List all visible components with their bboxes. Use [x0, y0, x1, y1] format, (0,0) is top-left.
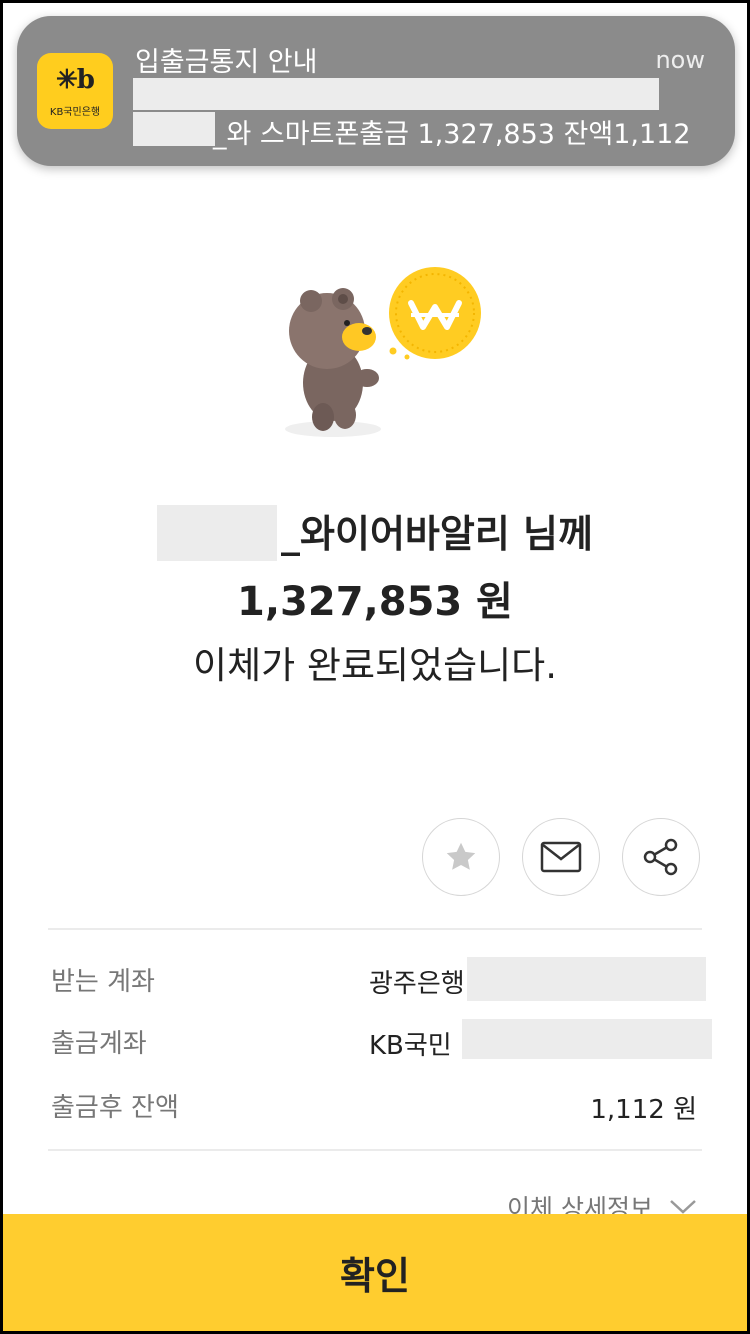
mail-icon — [540, 841, 582, 873]
transfer-status: 이체가 완료되었습니다. — [193, 644, 557, 687]
divider — [48, 1149, 702, 1151]
kb-logo-text: KB국민은행 — [49, 107, 101, 118]
withdrawal-account-value: KB국민 · — [369, 1031, 469, 1061]
redacted-area — [133, 78, 659, 110]
kb-logo-mark: ✳b — [56, 65, 95, 95]
recipient-line: _와이어바알리 님께 — [3, 503, 747, 565]
redacted-area — [467, 957, 706, 1001]
confirm-button[interactable]: 확인 — [3, 1214, 747, 1331]
transfer-amount: 1,327,853 원 — [237, 579, 513, 625]
kb-bank-logo: ✳b KB국민은행 — [37, 53, 113, 129]
receiving-account-label: 받는 계좌 — [51, 967, 155, 997]
redacted-area — [462, 1019, 712, 1059]
bear-coin-illustration — [285, 267, 481, 437]
divider — [48, 928, 702, 930]
notification-title: 입출금통지 안내 — [135, 47, 318, 78]
screen: ✳b KB국민은행 입출금통지 안내 now _와 스마트폰출금 1,327,8… — [3, 3, 747, 1331]
message-button[interactable] — [522, 818, 600, 896]
balance-label: 출금후 잔액 — [51, 1093, 179, 1123]
star-icon — [446, 842, 476, 870]
share-button[interactable] — [622, 818, 700, 896]
notification-time: now — [655, 46, 705, 74]
notification-body: _와 스마트폰출금 1,327,853 잔액1,112 — [213, 119, 691, 150]
balance-value: 1,112 원 — [590, 1095, 697, 1125]
share-icon — [643, 838, 678, 876]
chevron-down-icon — [670, 1200, 696, 1214]
redacted-area — [157, 504, 278, 561]
push-notification[interactable]: ✳b KB국민은행 입출금통지 안내 now _와 스마트폰출금 1,327,8… — [17, 16, 735, 166]
favorite-button[interactable] — [422, 818, 500, 896]
receiving-account-value: 광주은행 — [369, 969, 465, 999]
redacted-area — [133, 112, 215, 146]
withdrawal-account-label: 출금계좌 — [51, 1029, 147, 1059]
recipient-name: _와이어바알리 님께 — [281, 512, 593, 556]
